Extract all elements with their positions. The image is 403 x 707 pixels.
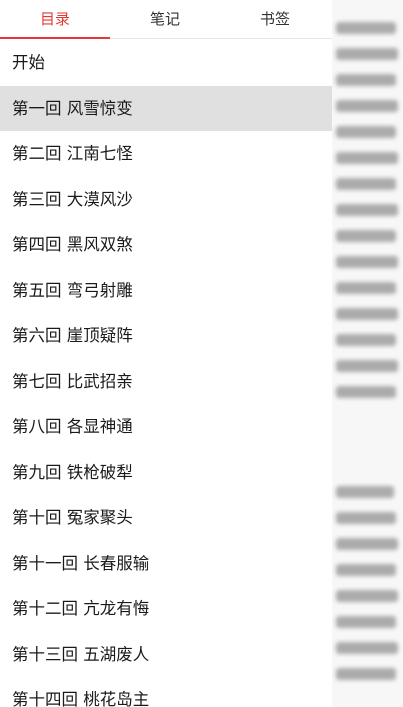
contents-drawer: 目录 笔记 书签 开始 第一回 风雪惊变 第二回 江南七怪 第三回 大漠风沙 第…	[0, 0, 332, 707]
blurred-text-line	[336, 386, 396, 398]
chapter-item-8[interactable]: 第八回 各显神通	[0, 404, 332, 450]
blurred-text-line	[336, 308, 398, 320]
blurred-text-line	[336, 100, 398, 112]
blurred-text-line	[336, 538, 398, 550]
blurred-text-line	[336, 668, 396, 680]
blurred-text-line	[336, 178, 396, 190]
chapter-item-14[interactable]: 第十四回 桃花岛主	[0, 677, 332, 707]
chapter-item-12[interactable]: 第十二回 亢龙有悔	[0, 586, 332, 632]
drawer-tab-bar: 目录 笔记 书签	[0, 0, 332, 39]
chapter-item-9[interactable]: 第九回 铁枪破犁	[0, 450, 332, 496]
blurred-text-line	[336, 334, 396, 346]
chapter-item-10[interactable]: 第十回 冤家聚头	[0, 495, 332, 541]
book-page-background[interactable]	[330, 0, 403, 707]
chapter-item-5[interactable]: 第五回 弯弓射雕	[0, 268, 332, 314]
blurred-text-line	[336, 256, 398, 268]
blurred-text-line	[336, 152, 398, 164]
chapter-item-13[interactable]: 第十三回 五湖废人	[0, 632, 332, 678]
tab-contents[interactable]: 目录	[0, 0, 110, 38]
tab-notes[interactable]: 笔记	[110, 0, 220, 38]
blurred-text-line	[336, 616, 396, 628]
blurred-text-line	[336, 642, 398, 654]
blurred-text-line	[336, 74, 396, 86]
chapter-item-4[interactable]: 第四回 黑风双煞	[0, 222, 332, 268]
blurred-text-line	[336, 360, 398, 372]
chapter-item-7[interactable]: 第七回 比武招亲	[0, 359, 332, 405]
chapter-item-6[interactable]: 第六回 崖顶疑阵	[0, 313, 332, 359]
blurred-text-line	[336, 486, 394, 498]
blurred-text-line	[336, 282, 396, 294]
chapter-item-3[interactable]: 第三回 大漠风沙	[0, 177, 332, 223]
blurred-text-line	[336, 126, 396, 138]
blurred-text-line	[336, 204, 398, 216]
blurred-text-line	[336, 564, 396, 576]
blurred-text-line	[336, 230, 396, 242]
reader-screen: 目录 笔记 书签 开始 第一回 风雪惊变 第二回 江南七怪 第三回 大漠风沙 第…	[0, 0, 403, 707]
active-tab-indicator	[0, 37, 110, 39]
blurred-text-line	[336, 48, 398, 60]
chapter-item-2[interactable]: 第二回 江南七怪	[0, 131, 332, 177]
blurred-text-line	[336, 512, 396, 524]
blurred-text-line	[336, 22, 396, 34]
chapter-item-start[interactable]: 开始	[0, 40, 332, 86]
chapter-list: 开始 第一回 风雪惊变 第二回 江南七怪 第三回 大漠风沙 第四回 黑风双煞 第…	[0, 40, 332, 707]
chapter-item-1[interactable]: 第一回 风雪惊变	[0, 85, 332, 131]
tab-bookmarks[interactable]: 书签	[220, 0, 330, 38]
blurred-text-line	[336, 590, 398, 602]
chapter-item-11[interactable]: 第十一回 长春服输	[0, 541, 332, 587]
